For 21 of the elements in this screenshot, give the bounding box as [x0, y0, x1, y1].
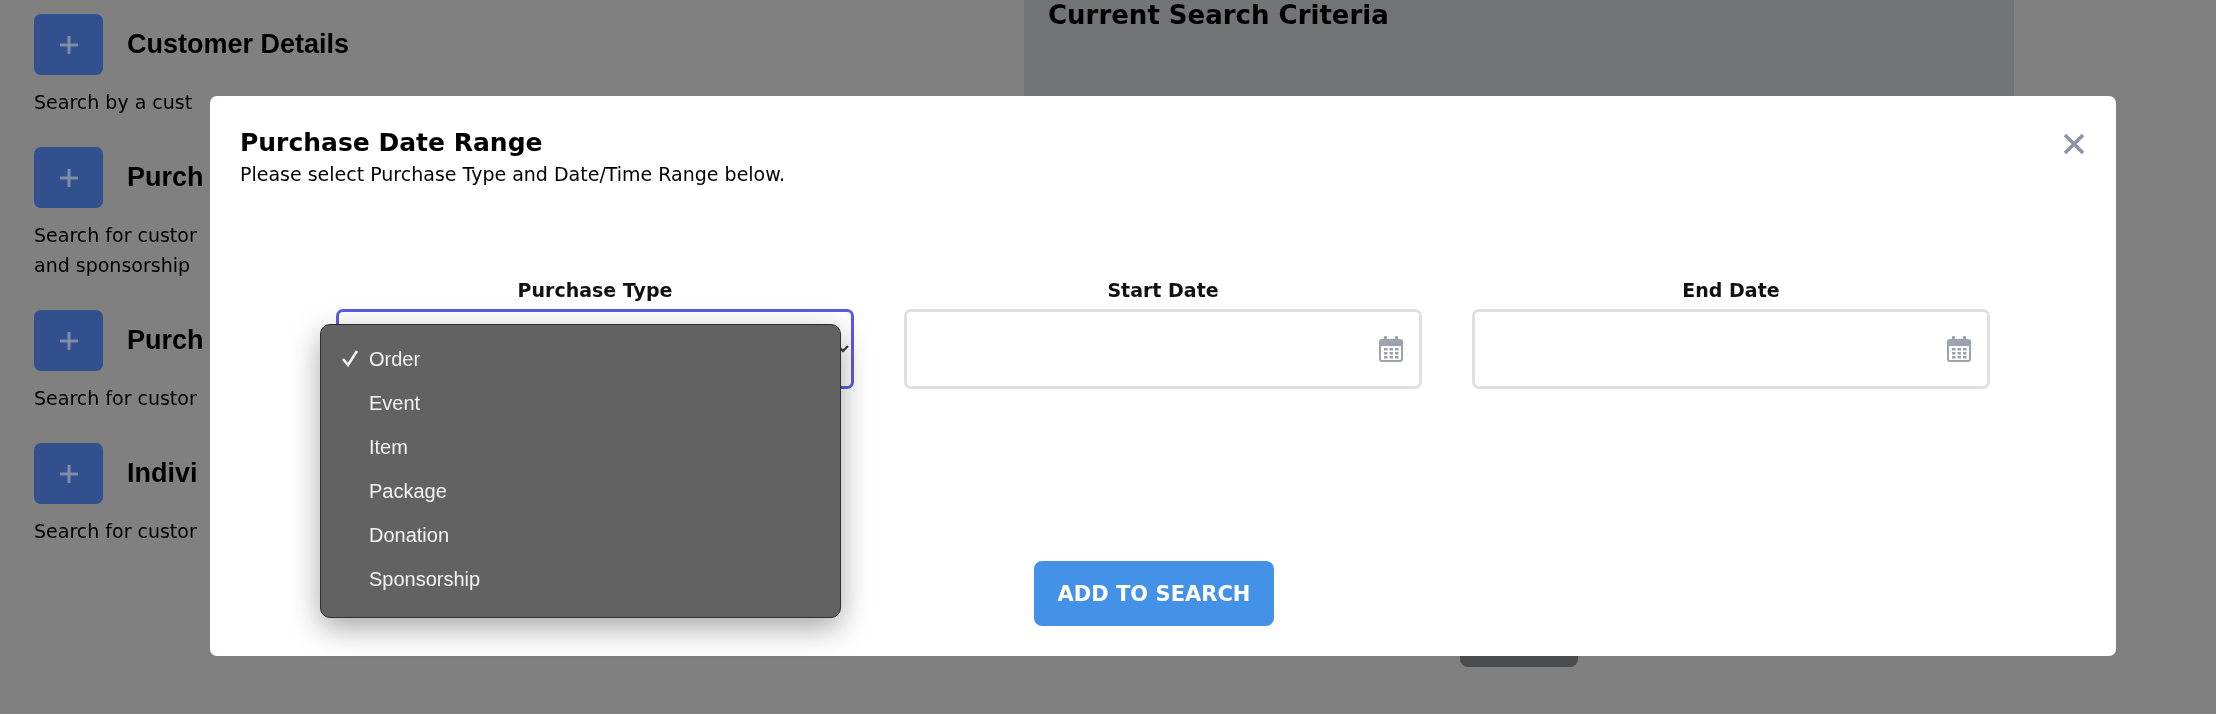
section-title: Customer Details: [127, 29, 350, 60]
section-title: Purch: [127, 162, 204, 193]
section-title: Purch: [127, 325, 204, 356]
dropdown-option[interactable]: Item: [321, 425, 840, 469]
dropdown-option[interactable]: Package: [321, 469, 840, 513]
section-description: Search for custor: [34, 519, 197, 544]
dropdown-option[interactable]: Event: [321, 381, 840, 425]
panel-title: Current Search Criteria: [1048, 0, 1390, 30]
add-to-search-button[interactable]: ADD TO SEARCH: [1033, 561, 1275, 626]
field-label: End Date: [1682, 279, 1780, 301]
modal-title: Purchase Date Range: [240, 128, 543, 157]
field-label: Purchase Type: [517, 279, 673, 301]
dropdown-option[interactable]: Order: [321, 337, 840, 381]
dropdown-option[interactable]: Sponsorship: [321, 557, 840, 601]
dropdown-option[interactable]: Donation: [321, 513, 840, 557]
section-description: Search for custor: [34, 386, 197, 411]
section-description: Search by a cust: [34, 90, 193, 115]
field-label: Start Date: [1107, 279, 1219, 301]
modal-subtitle: Please select Purchase Type and Date/Time Range below.: [240, 163, 786, 185]
section-description: Search for custor and sponsorship: [34, 223, 197, 278]
section-title: Indivi: [127, 458, 198, 489]
